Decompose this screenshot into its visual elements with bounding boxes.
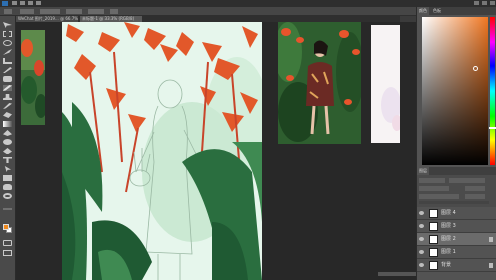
layer-filter-icons[interactable] <box>449 178 485 183</box>
airbrush-toggle[interactable] <box>110 9 118 14</box>
menu-file-icon[interactable] <box>12 1 17 5</box>
opacity-field[interactable] <box>66 9 82 14</box>
layer-name: 背景 <box>441 262 452 268</box>
layer-filter-select[interactable] <box>419 178 445 183</box>
move-tool-icon[interactable] <box>3 22 12 28</box>
layer-name: 图层 1 <box>441 249 456 255</box>
hue-slider-handle[interactable] <box>489 127 496 129</box>
layer-row-selected[interactable]: 图层 2 <box>417 233 496 246</box>
dodge-tool-icon[interactable] <box>3 139 12 145</box>
menu-image-icon[interactable] <box>28 1 33 5</box>
gradient-tool-icon[interactable] <box>3 121 12 127</box>
eye-icon[interactable] <box>419 263 424 267</box>
reference-sketch-art <box>371 25 400 143</box>
color-panel-tabs: 颜色 色板 <box>417 7 496 15</box>
lock-icons[interactable] <box>419 194 459 199</box>
pen-tool-icon[interactable] <box>3 148 12 154</box>
lock-icon <box>489 263 493 268</box>
eye-icon[interactable] <box>419 250 424 254</box>
brush-tool-icon[interactable] <box>3 85 12 91</box>
crop-tool-icon[interactable] <box>3 58 12 64</box>
tab-swatches[interactable]: 色板 <box>431 7 443 15</box>
eye-icon[interactable] <box>419 237 424 241</box>
layer-row[interactable]: 图层 4 <box>417 207 496 220</box>
reference-sketch[interactable] <box>371 25 400 143</box>
photoshop-logo-icon <box>2 1 8 6</box>
rectangle-tool-icon[interactable] <box>3 175 12 181</box>
hand-tool-icon[interactable] <box>3 184 12 190</box>
layer-row[interactable]: 图层 1 <box>417 246 496 259</box>
flow-field[interactable] <box>88 9 104 14</box>
close-icon[interactable] <box>490 1 495 5</box>
reference-photo-art <box>278 22 361 144</box>
layer-thumbnail <box>429 209 438 218</box>
brush-size-picker[interactable] <box>20 9 34 14</box>
more-tools-icon[interactable] <box>3 206 12 212</box>
illustration-canvas[interactable] <box>62 22 262 280</box>
canvas-workspace[interactable] <box>16 22 416 280</box>
maximize-icon[interactable] <box>482 1 487 5</box>
eye-icon[interactable] <box>419 224 424 228</box>
zoom-tool-icon[interactable] <box>3 193 12 199</box>
canvas-scrollbar[interactable] <box>378 272 416 276</box>
color-picker-field[interactable] <box>422 17 488 165</box>
menu-layer-icon[interactable] <box>36 1 41 5</box>
foreground-color-swatch[interactable] <box>3 224 9 230</box>
eye-icon[interactable] <box>419 211 424 215</box>
layer-thumbnail <box>429 248 438 257</box>
tool-preset-button[interactable] <box>4 9 12 14</box>
layer-row[interactable]: 背景 <box>417 259 496 272</box>
history-brush-tool-icon[interactable] <box>3 103 12 109</box>
screen-mode-icon[interactable] <box>3 250 12 256</box>
reference-image-left-art <box>21 30 45 125</box>
reference-image-left[interactable] <box>21 30 45 125</box>
blend-mode-select[interactable] <box>419 186 449 191</box>
layer-thumbnail <box>429 261 438 270</box>
eraser-tool-icon[interactable] <box>3 112 12 118</box>
mode-select[interactable] <box>40 9 60 14</box>
value-gradient <box>422 17 488 165</box>
lasso-tool-icon[interactable] <box>3 40 12 46</box>
photoshop-window: WeChat 图片_2019... @ 66.7% 未标题-1 @ 33.3% … <box>0 0 496 280</box>
eyedropper-tool-icon[interactable] <box>3 67 12 73</box>
lock-icon <box>489 237 493 242</box>
illustration-art <box>62 22 262 280</box>
right-panels: 颜色 色板 图层 图层 4 图层 3 图层 2 图层 1 背景 <box>416 7 496 280</box>
quick-mask-icon[interactable] <box>3 240 12 246</box>
path-selection-tool-icon[interactable] <box>3 166 12 172</box>
type-tool-icon[interactable] <box>3 157 12 163</box>
layer-name: 图层 2 <box>441 236 456 242</box>
layers-divider <box>419 201 489 204</box>
marquee-tool-icon[interactable] <box>3 31 12 37</box>
clone-stamp-tool-icon[interactable] <box>3 94 12 100</box>
fill-field[interactable] <box>465 194 485 199</box>
menu-edit-icon[interactable] <box>20 1 25 5</box>
healing-tool-icon[interactable] <box>3 76 12 82</box>
layers-controls <box>417 175 496 207</box>
tab-layers[interactable]: 图层 <box>417 167 429 175</box>
layers-panel-header: 图层 <box>417 167 496 175</box>
picker-cursor[interactable] <box>473 66 478 71</box>
layer-thumbnail <box>429 235 438 244</box>
layer-name: 图层 4 <box>441 210 456 216</box>
reference-photo[interactable] <box>278 22 361 144</box>
layer-name: 图层 3 <box>441 223 456 229</box>
blur-tool-icon[interactable] <box>3 130 12 136</box>
quick-select-tool-icon[interactable] <box>3 49 12 55</box>
layer-row[interactable]: 图层 3 <box>417 220 496 233</box>
minimize-icon[interactable] <box>474 1 479 5</box>
layer-thumbnail <box>429 222 438 231</box>
opacity-field-layers[interactable] <box>465 186 485 191</box>
menu-bar <box>0 0 496 7</box>
hue-slider[interactable] <box>490 17 495 165</box>
tools-panel <box>0 16 16 280</box>
tab-color[interactable]: 颜色 <box>417 7 429 15</box>
